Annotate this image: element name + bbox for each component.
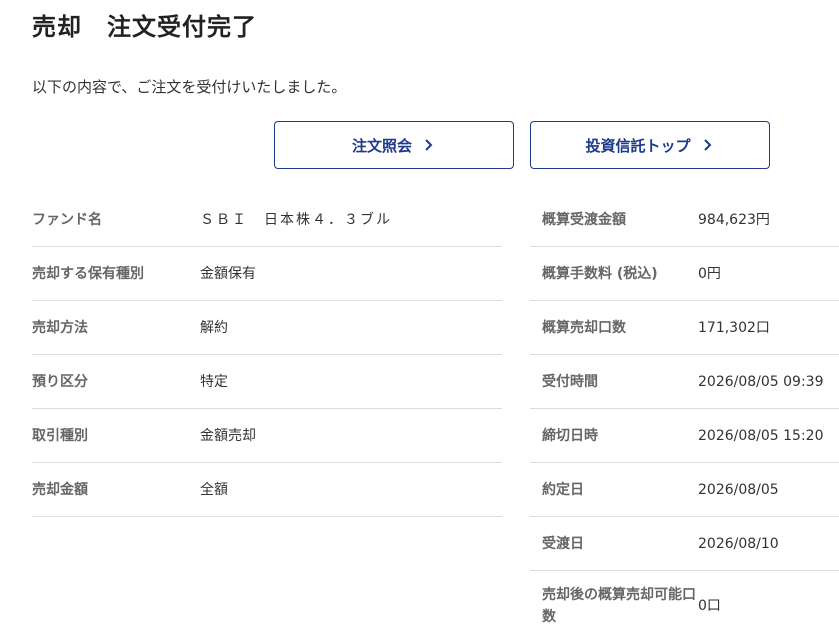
table-row: 概算受渡金額 984,623円 [530,193,839,247]
row-label: 概算手数料 (税込) [542,265,658,282]
completion-message: 以下の内容で、ご注文を受付けいたしました。 [32,78,347,96]
row-value: 特定 [200,373,228,390]
row-value: 0口 [698,598,721,614]
fund-top-button[interactable]: 投資信託トップ [530,121,770,169]
table-row: 売却する保有種別 金額保有 [32,247,502,301]
row-label: 受付時間 [542,373,598,390]
chevron-right-icon [703,139,711,151]
row-value: 2026/08/05 15:20 [698,427,824,444]
row-value: 2026/08/10 [698,535,779,552]
row-label: ファンド名 [32,211,102,228]
row-label: 売却後の概算売却可能口数 [542,587,696,625]
order-summary-table: 概算受渡金額 984,623円 概算手数料 (税込) 0円 概算売却口数 171… [530,193,839,641]
row-value: 984,623円 [698,211,770,228]
table-row: 売却後の概算売却可能口数 0口 [530,571,839,641]
order-details-table: ファンド名 ＳＢＩ 日本株４．３ブル 売却する保有種別 金額保有 売却方法 解約… [32,193,502,517]
row-value: 0円 [698,265,721,282]
row-value: 全額 [200,481,228,498]
row-label: 約定日 [542,481,584,498]
table-row: 売却金額 全額 [32,463,502,517]
row-value: 金額保有 [200,265,256,282]
row-label: 取引種別 [32,427,88,444]
table-row: 概算売却口数 171,302口 [530,301,839,355]
row-value: 2026/08/05 [698,481,779,498]
table-row: 約定日 2026/08/05 [530,463,839,517]
row-label: 締切日時 [542,427,598,444]
row-label: 概算受渡金額 [542,211,626,228]
fund-name-value: ＳＢＩ 日本株４．３ブル [200,211,392,228]
table-row: 受付時間 2026/08/05 09:39 [530,355,839,409]
row-value: 解約 [200,319,228,336]
table-row: 取引種別 金額売却 [32,409,502,463]
order-inquiry-button[interactable]: 注文照会 [274,121,514,169]
row-value: 171,302口 [698,319,770,336]
row-label: 売却金額 [32,481,88,498]
row-label: 受渡日 [542,535,584,552]
table-row: 売却方法 解約 [32,301,502,355]
table-row: 受渡日 2026/08/10 [530,517,839,571]
row-label: 売却方法 [32,319,88,336]
page-title: 売却 注文受付完了 [32,13,257,41]
row-label: 概算売却口数 [542,319,626,336]
table-row: 概算手数料 (税込) 0円 [530,247,839,301]
order-inquiry-button-label: 注文照会 [351,136,412,155]
row-value: 2026/08/05 09:39 [698,373,824,390]
table-row: ファンド名 ＳＢＩ 日本株４．３ブル [32,193,502,247]
chevron-right-icon [425,139,433,151]
table-row: 締切日時 2026/08/05 15:20 [530,409,839,463]
row-label: 預り区分 [32,373,88,390]
fund-top-button-label: 投資信託トップ [585,136,691,155]
row-label: 売却する保有種別 [32,265,144,282]
table-row: 預り区分 特定 [32,355,502,409]
row-value: 金額売却 [200,427,256,444]
